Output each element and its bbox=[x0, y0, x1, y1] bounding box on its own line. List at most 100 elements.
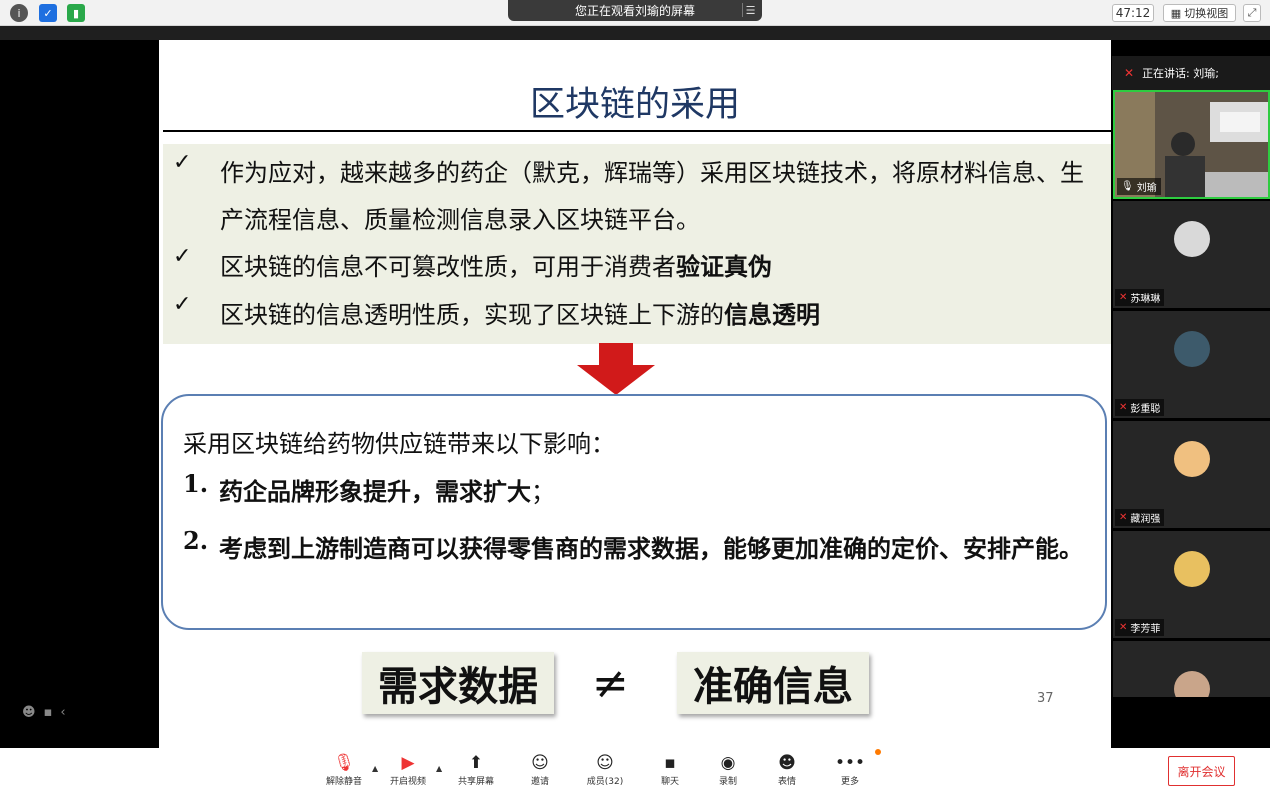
members-icon: ☺ bbox=[596, 753, 614, 773]
tile-name: 🎙 刘瑜 bbox=[1117, 178, 1161, 195]
add-user-icon: ☺ bbox=[531, 753, 549, 773]
down-arrow-icon bbox=[577, 343, 655, 395]
invite-label: 邀请 bbox=[530, 777, 549, 787]
muted-mic-icon: ✕ bbox=[1119, 292, 1128, 303]
bullet-box: ✓ 作为应对，越来越多的药企（默克，辉瑞等）采用区块链技术，将原材料信息、生产流… bbox=[163, 144, 1111, 344]
impact-item: 2. 考虑到上游制造商可以获得零售商的需求数据，能够更加准确的定价、安排产能。 bbox=[183, 526, 1099, 573]
demand-data-box: 需求数据 bbox=[362, 652, 554, 714]
impact-item: 1. 药企品牌形象提升，需求扩大； bbox=[183, 469, 1099, 516]
share-screen-button[interactable]: ⬆ 共享屏幕 bbox=[448, 752, 504, 787]
more-label: 更多 bbox=[840, 777, 859, 787]
speaking-header: ✕ 正在讲话: 刘瑜; bbox=[1112, 56, 1270, 90]
record-button[interactable]: ◉ 录制 bbox=[700, 752, 756, 787]
info-icon[interactable]: i bbox=[10, 4, 28, 22]
participant-tile[interactable]: ✕ 彭重聪 bbox=[1113, 311, 1270, 418]
avatar bbox=[1174, 551, 1210, 587]
reactions-button[interactable]: ☻ 表情 bbox=[759, 752, 815, 787]
muted-mic-icon: ✕ bbox=[1119, 402, 1128, 413]
switch-view-button[interactable]: ▦ 切换视图 bbox=[1163, 4, 1236, 22]
record-label: 录制 bbox=[718, 777, 737, 787]
impact-number: 2. bbox=[183, 526, 209, 555]
top-dark-strip bbox=[0, 26, 1270, 40]
record-icon: ◉ bbox=[720, 753, 736, 773]
muted-mic-icon: ✕ bbox=[1119, 512, 1128, 523]
invite-button[interactable]: ☺ 邀请 bbox=[512, 752, 568, 787]
shared-slide: 区块链的采用 ✓ 作为应对，越来越多的药企（默克，辉瑞等）采用区块链技术，将原材… bbox=[159, 40, 1111, 748]
tile-name: ✕ 苏琳琳 bbox=[1115, 289, 1165, 306]
shield-icon[interactable]: ✓ bbox=[39, 4, 57, 22]
mic-icon: 🎙 bbox=[1121, 181, 1134, 192]
start-video-label: 开启视频 bbox=[389, 777, 426, 787]
signal-icon[interactable]: ▮ bbox=[67, 4, 85, 22]
bullet-bold-text: 验证真伪 bbox=[676, 253, 772, 281]
meeting-timer: 47:12 bbox=[1112, 4, 1154, 22]
bullet-item: ✓ 区块链的信息不可篡改性质，可用于消费者验证真伪 bbox=[173, 244, 1100, 291]
bullet-bold-text: 信息透明 bbox=[724, 301, 820, 329]
participant-name: 李芳菲 bbox=[1130, 624, 1161, 635]
accurate-info-box: 准确信息 bbox=[677, 652, 869, 714]
check-icon: ✓ bbox=[173, 244, 192, 269]
emoji-icon[interactable]: ☻ bbox=[22, 705, 36, 720]
share-banner[interactable]: 您正在观看刘瑜的屏幕 ☰ bbox=[508, 0, 762, 21]
smile-icon: ☻ bbox=[778, 753, 796, 773]
start-video-button[interactable]: ▶ 开启视频 bbox=[380, 752, 436, 787]
bullet-text: 区块链的信息不可篡改性质，可用于消费者 bbox=[220, 253, 676, 281]
impact-text: 考虑到上游制造商可以获得零售商的需求数据，能够更加准确的定价、安排产能。 bbox=[219, 535, 1083, 563]
bullet-text: 区块链的信息透明性质，实现了区块链上下游的 bbox=[220, 301, 724, 329]
active-speaker-tile[interactable]: 🎙 刘瑜 bbox=[1113, 90, 1270, 199]
impact-box: 采用区块链给药物供应链带来以下影响： 1. 药企品牌形象提升，需求扩大； 2. … bbox=[161, 394, 1107, 630]
impact-number: 1. bbox=[183, 469, 209, 498]
share-screen-icon: ⬆ bbox=[468, 753, 484, 773]
bullet-item: ✓ 作为应对，越来越多的药企（默克，辉瑞等）采用区块链技术，将原材料信息、生产流… bbox=[173, 150, 1100, 244]
participant-tile[interactable]: ✕ 藏润强 bbox=[1113, 421, 1270, 528]
reactions-label: 表情 bbox=[777, 777, 796, 787]
avatar bbox=[1174, 671, 1210, 697]
caret-icon[interactable]: ▲ bbox=[436, 764, 442, 773]
video-off-icon: ▶ bbox=[401, 753, 415, 773]
fullscreen-icon[interactable]: ⤢ bbox=[1243, 4, 1261, 22]
chat-button[interactable]: ▪ 聊天 bbox=[642, 752, 698, 787]
speaking-label: 正在讲话: 刘瑜; bbox=[1142, 67, 1219, 80]
chat-bubble-icon[interactable]: ▪ bbox=[44, 705, 53, 720]
participant-name: 彭重聪 bbox=[1130, 404, 1161, 415]
participant-name: 刘瑜 bbox=[1136, 183, 1157, 194]
members-label: 成员(32) bbox=[586, 777, 624, 787]
share-banner-text: 您正在观看刘瑜的屏幕 bbox=[574, 4, 695, 18]
share-label: 共享屏幕 bbox=[457, 777, 494, 787]
members-button[interactable]: ☺ 成员(32) bbox=[577, 752, 633, 787]
caret-icon[interactable]: ▲ bbox=[372, 764, 378, 773]
impact-suffix: ； bbox=[531, 478, 555, 506]
participant-tile[interactable]: ✕ 苏琳琳 bbox=[1113, 201, 1270, 308]
participant-tile[interactable]: ✕ 李芳菲 bbox=[1113, 531, 1270, 638]
tile-name: ✕ 藏润强 bbox=[1115, 509, 1165, 526]
participant-name: 苏琳琳 bbox=[1130, 294, 1161, 305]
left-controls: ☻ ▪ ‹ bbox=[22, 705, 66, 720]
tile-name: ✕ 彭重聪 bbox=[1115, 399, 1165, 416]
check-icon: ✓ bbox=[173, 292, 192, 317]
page-number: 37 bbox=[1037, 691, 1054, 706]
notification-dot-icon bbox=[875, 749, 881, 755]
switch-view-label: 切换视图 bbox=[1184, 7, 1229, 20]
chat-label: 聊天 bbox=[660, 777, 679, 787]
unmute-label: 解除静音 bbox=[325, 777, 362, 787]
participant-tile[interactable] bbox=[1113, 641, 1270, 697]
unmute-button[interactable]: 🎙 解除静音 bbox=[316, 752, 372, 787]
title-divider bbox=[163, 130, 1111, 132]
participant-name: 藏润强 bbox=[1130, 514, 1161, 525]
bullet-item: ✓ 区块链的信息透明性质，实现了区块链上下游的信息透明 bbox=[173, 292, 1100, 339]
menu-icon[interactable]: ☰ bbox=[742, 3, 758, 17]
avatar bbox=[1174, 441, 1210, 477]
muted-mic-icon: ✕ bbox=[1119, 622, 1128, 633]
slide-title: 区块链的采用 bbox=[529, 85, 740, 125]
more-button[interactable]: ••• 更多 bbox=[822, 752, 878, 787]
not-equal-sign: ≠ bbox=[592, 658, 629, 709]
collapse-icon[interactable]: ‹ bbox=[60, 705, 65, 720]
check-icon: ✓ bbox=[173, 150, 192, 175]
more-icon: ••• bbox=[834, 753, 866, 773]
muted-mic-icon: ✕ bbox=[1124, 66, 1135, 80]
avatar bbox=[1174, 331, 1210, 367]
leave-meeting-button[interactable]: 离开会议 bbox=[1168, 756, 1235, 786]
muted-mic-icon: 🎙 bbox=[333, 753, 355, 773]
impact-intro: 采用区块链给药物供应链带来以下影响： bbox=[183, 430, 615, 458]
tile-name: ✕ 李芳菲 bbox=[1115, 619, 1165, 636]
